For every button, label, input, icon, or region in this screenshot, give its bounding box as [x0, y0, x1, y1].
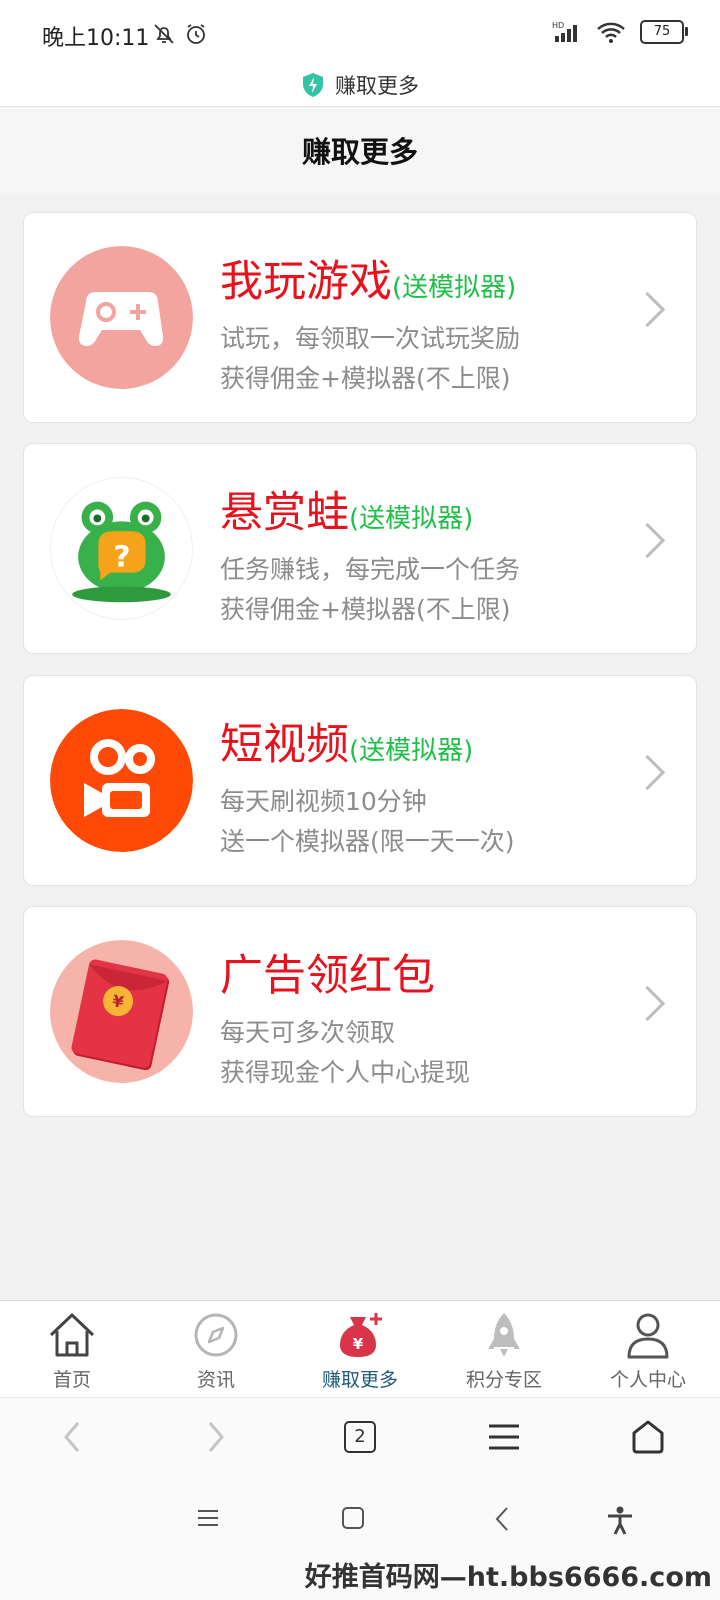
status-time: 晚上10:11	[42, 26, 150, 51]
card-desc-line2: 获得现金个人中心提现	[220, 1058, 471, 1087]
user-icon	[627, 1313, 669, 1359]
gamepad-icon	[50, 246, 193, 389]
status-icons-right: HD 75	[552, 20, 688, 44]
card-desc-line1: 每天刷视频10分钟	[220, 787, 427, 816]
frog-icon: ?	[50, 477, 193, 620]
card-desc-line1: 试玩，每领取一次试玩奖励	[220, 324, 521, 353]
back-button[interactable]	[0, 1419, 144, 1455]
tab-points[interactable]: 积分专区	[432, 1301, 576, 1398]
tab-home[interactable]: 首页	[0, 1301, 144, 1398]
status-icons-left	[152, 22, 208, 46]
wifi-icon	[597, 22, 625, 43]
card-desc-line2: 获得佣金+模拟器(不上限)	[220, 595, 511, 624]
system-navigation-bar: 好推首码网—ht.bbs6666.com	[0, 1474, 720, 1600]
watermark: 好推首码网—ht.bbs6666.com	[304, 1562, 712, 1593]
card-desc-line2: 送一个模拟器(限一天一次)	[220, 827, 515, 856]
chevron-right-icon	[629, 985, 666, 1022]
battery-indicator: 75	[640, 20, 688, 44]
chevron-left-icon	[64, 1421, 80, 1452]
browser-toolbar: 2	[0, 1397, 720, 1475]
money-bag-icon: ¥	[340, 1313, 382, 1357]
accessibility-icon[interactable]	[606, 1506, 634, 1536]
card-desc-line1: 每天可多次领取	[220, 1018, 396, 1047]
compass-icon	[194, 1313, 238, 1357]
rocket-icon	[488, 1313, 520, 1357]
kuaishou-icon	[50, 709, 193, 852]
back-arrow-icon[interactable]	[492, 1506, 512, 1532]
chevron-right-icon	[629, 291, 666, 328]
browser-title: 赚取更多	[335, 74, 419, 98]
card-title: 广告领红包	[220, 951, 435, 1001]
tab-earn-more[interactable]: ¥ 赚取更多	[288, 1301, 432, 1398]
tabs-button[interactable]: 2	[288, 1420, 432, 1453]
card-bounty-frog[interactable]: ? 悬赏蛙(送模拟器) 任务赚钱，每完成一个任务 获得佣金+模拟器(不上限)	[23, 443, 697, 654]
card-title: 悬赏蛙	[220, 488, 349, 538]
shield-bolt-icon	[303, 73, 323, 97]
card-play-games[interactable]: 我玩游戏(送模拟器) 试玩，每领取一次试玩奖励 获得佣金+模拟器(不上限)	[23, 212, 697, 423]
card-short-video[interactable]: 短视频(送模拟器) 每天刷视频10分钟 送一个模拟器(限一天一次)	[23, 675, 697, 886]
chevron-right-icon	[629, 754, 666, 791]
home-icon	[49, 1313, 95, 1357]
card-title: 短视频	[220, 720, 349, 770]
chevron-right-icon	[629, 522, 666, 559]
recent-apps-icon[interactable]	[196, 1506, 220, 1530]
tab-profile[interactable]: 个人中心	[576, 1301, 720, 1398]
home-outline-icon	[632, 1420, 664, 1453]
browser-title-bar: 赚取更多	[0, 64, 720, 107]
svg-text:?: ?	[113, 540, 130, 574]
tab-label: 个人中心	[609, 1369, 686, 1391]
alarm-icon	[187, 24, 205, 44]
home-button[interactable]	[576, 1419, 720, 1455]
menu-button[interactable]	[432, 1422, 576, 1452]
card-ad-red-envelope[interactable]: ¥ 广告领红包 每天可多次领取 获得现金个人中心提现	[23, 906, 697, 1117]
tab-label: 首页	[52, 1369, 91, 1391]
red-envelope-icon: ¥	[50, 940, 193, 1083]
bell-off-icon	[154, 24, 174, 44]
card-desc-line1: 任务赚钱，每完成一个任务	[220, 555, 521, 584]
svg-text:¥: ¥	[353, 1335, 364, 1353]
signal-icon: HD	[552, 21, 577, 42]
bottom-tab-bar: 首页 资讯 ¥ 赚取更多 积分专区 个人中心	[0, 1300, 720, 1398]
status-bar: 晚上10:11 HD 75	[0, 0, 720, 64]
card-tag: (送模拟器)	[349, 504, 474, 534]
network-label: HD	[552, 21, 564, 30]
card-tag: (送模拟器)	[392, 273, 517, 303]
chevron-right-icon	[208, 1421, 224, 1452]
home-square-icon[interactable]	[341, 1506, 365, 1530]
card-desc-line2: 获得佣金+模拟器(不上限)	[220, 364, 511, 393]
card-title: 我玩游戏	[220, 257, 392, 307]
hamburger-icon	[489, 1424, 519, 1449]
tab-news[interactable]: 资讯	[144, 1301, 288, 1398]
forward-button[interactable]	[144, 1419, 288, 1455]
tab-label: 积分专区	[465, 1369, 542, 1391]
tab-label: 赚取更多	[321, 1369, 398, 1391]
tab-count: 2	[344, 1420, 376, 1453]
page-title: 赚取更多	[0, 107, 720, 193]
card-tag: (送模拟器)	[349, 736, 474, 766]
tab-label: 资讯	[196, 1369, 235, 1391]
